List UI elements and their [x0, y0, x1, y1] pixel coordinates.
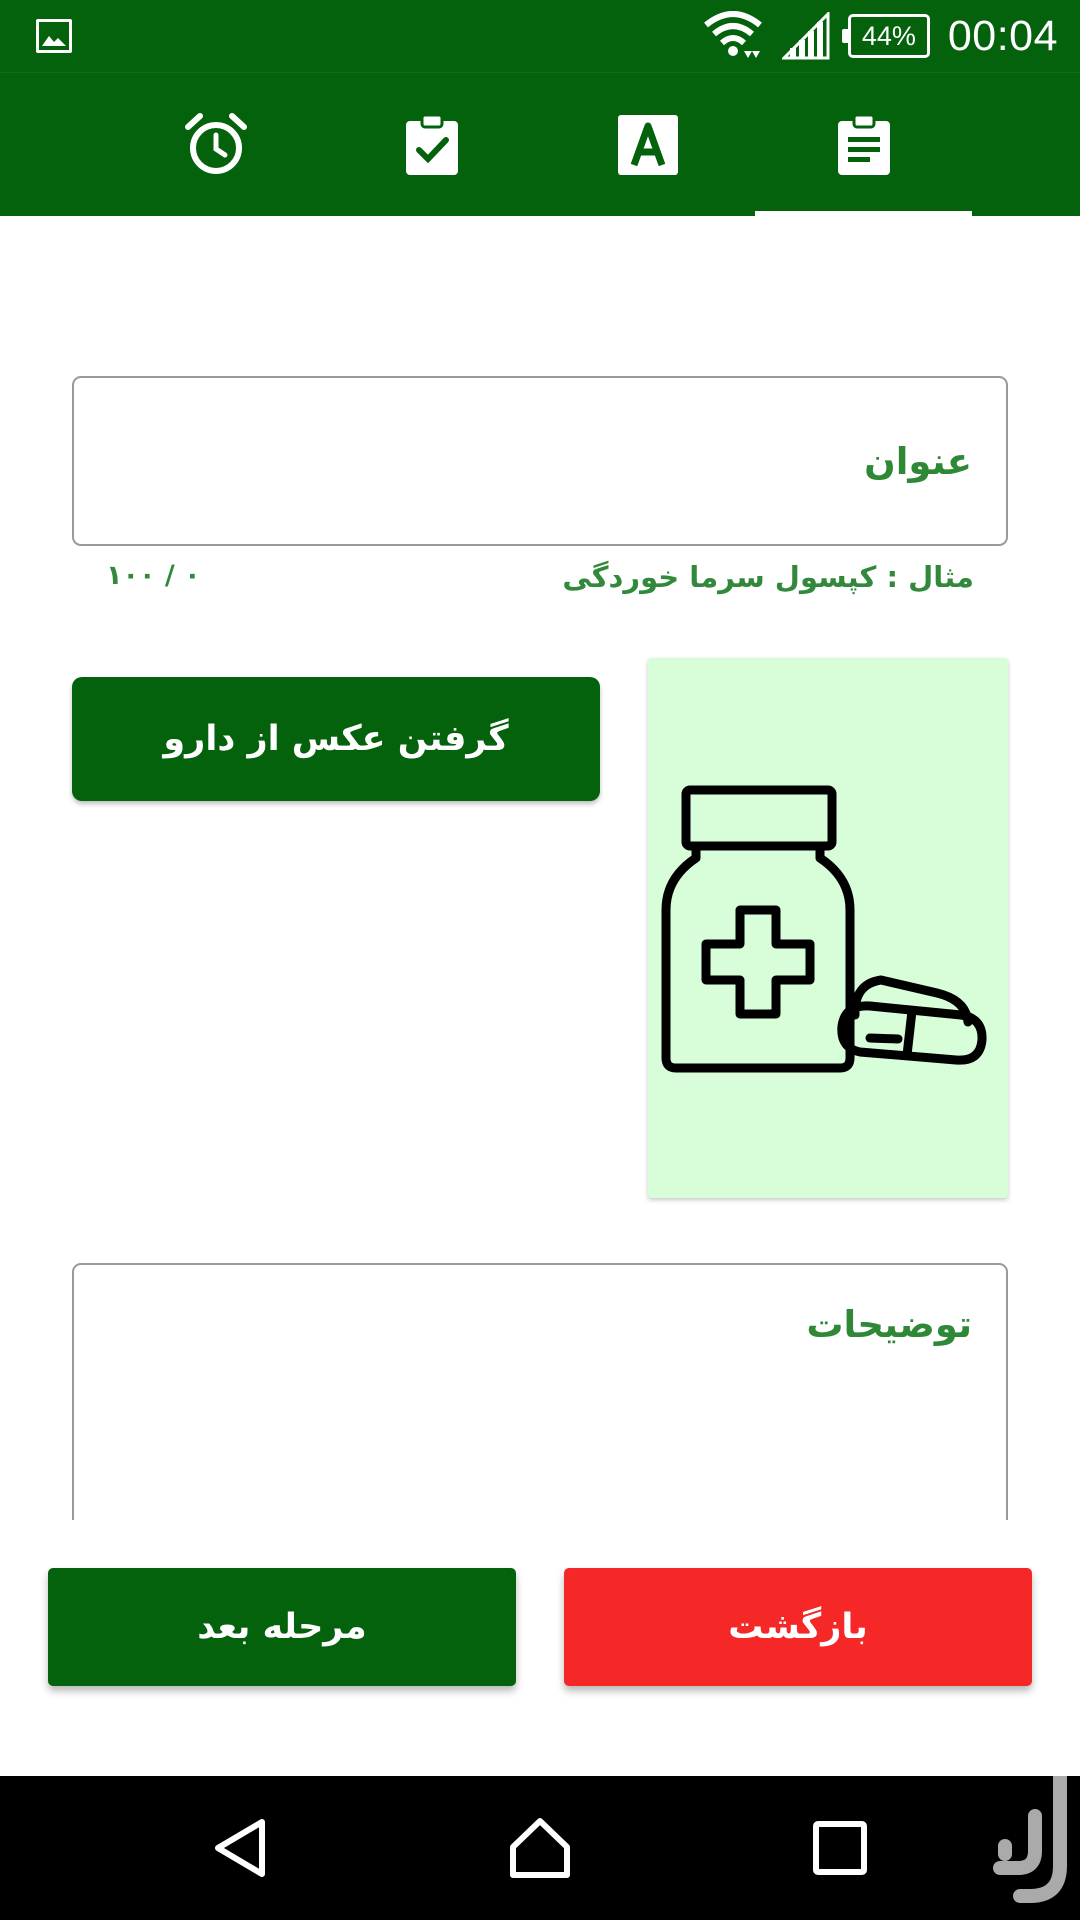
- status-bar: 44% 00:04: [0, 0, 1080, 72]
- form-content: مثال : کپسول سرما خوردگی ۰ / ۱۰۰ گرفتن ع…: [0, 216, 1080, 1520]
- back-icon: [215, 1819, 265, 1877]
- nav-recents[interactable]: [760, 1776, 920, 1920]
- nav-back[interactable]: [160, 1776, 320, 1920]
- title-input[interactable]: [74, 378, 1006, 544]
- title-hint: مثال : کپسول سرما خوردگی: [562, 560, 974, 594]
- next-step-button[interactable]: مرحله بعد: [48, 1568, 516, 1686]
- battery-icon: 44%: [841, 14, 930, 58]
- status-right-group: 44% 00:04: [702, 8, 1058, 64]
- alarm-clock-icon: [185, 113, 247, 174]
- tab-text[interactable]: [540, 73, 756, 217]
- clipboard-list-icon: [838, 113, 890, 175]
- description-field[interactable]: [72, 1263, 1008, 1520]
- medicine-image-preview[interactable]: [648, 658, 1008, 1198]
- nav-home[interactable]: [460, 1776, 620, 1920]
- signal-icon: [781, 12, 830, 60]
- back-button[interactable]: بازگشت: [564, 1568, 1032, 1686]
- footer-actions: مرحله بعد بازگشت: [0, 1520, 1080, 1776]
- home-icon: [510, 1818, 570, 1878]
- store-watermark-icon: [980, 1759, 1080, 1920]
- take-photo-button[interactable]: گرفتن عکس از دارو: [72, 677, 600, 801]
- title-char-counter: ۰ / ۱۰۰: [106, 560, 201, 591]
- status-time: 00:04: [947, 11, 1058, 60]
- tab-bar: [0, 72, 1080, 217]
- system-nav-bar: [0, 1759, 1080, 1920]
- tab-alarm[interactable]: [108, 73, 324, 217]
- description-input[interactable]: [74, 1265, 1006, 1520]
- image-notification-icon: [36, 19, 72, 53]
- title-field[interactable]: [72, 376, 1008, 546]
- tab-details[interactable]: [756, 73, 972, 217]
- letter-a-icon: [618, 115, 678, 175]
- medicine-bottle-pills-icon: [661, 785, 987, 1073]
- recents-icon: [813, 1821, 867, 1875]
- wifi-icon: [703, 11, 762, 58]
- clipboard-check-icon: [406, 113, 458, 175]
- tab-checklist[interactable]: [324, 73, 540, 217]
- battery-percent: 44%: [861, 20, 916, 51]
